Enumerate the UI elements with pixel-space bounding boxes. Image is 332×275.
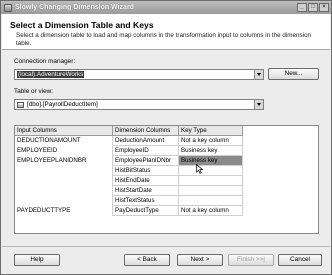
column-header[interactable]: Key Type (179, 126, 243, 136)
dimension-column-cell[interactable]: EmployeePlanIDNbr (113, 156, 179, 166)
dimension-column-cell[interactable]: PayDeductType (113, 206, 179, 216)
title-bar: Slowly Changing Dimension Wizard _ □ × (1, 1, 331, 14)
table-row[interactable]: HistBitStatus (15, 166, 243, 176)
dimension-column-cell[interactable]: HistTextStatus (113, 196, 179, 206)
dimension-column-cell[interactable]: HistStartDate (113, 186, 179, 196)
table-row[interactable]: EMPLOYEEID EmployeeID Business key (15, 146, 243, 156)
input-column-cell[interactable] (15, 186, 113, 196)
page-title: Select a Dimension Table and Keys (10, 20, 154, 30)
key-type-cell[interactable] (179, 196, 243, 206)
finish-button[interactable]: Finish >>| (228, 254, 274, 266)
table-icon (17, 101, 24, 108)
window-title: Slowly Changing Dimension Wizard (15, 4, 134, 11)
key-type-cell[interactable]: Not a key column (179, 136, 243, 146)
table-view-select[interactable]: [dbo].[PayrollDeductItem] (14, 99, 264, 110)
input-column-cell[interactable]: EMPLOYEEPLANIDNBR (15, 156, 113, 166)
help-button[interactable]: Help (14, 254, 60, 266)
input-column-cell[interactable] (15, 176, 113, 186)
key-type-cell[interactable] (179, 186, 243, 196)
connection-manager-label: Connection manager: (14, 58, 76, 65)
dimension-column-cell[interactable]: HistEndDate (113, 176, 179, 186)
key-type-cell[interactable] (179, 176, 243, 186)
connection-manager-value: (local).AdventureWorks (17, 71, 85, 78)
connection-manager-select[interactable]: (local).AdventureWorks (14, 69, 264, 80)
next-button[interactable]: Next > (177, 254, 223, 266)
mouse-cursor-icon (196, 164, 204, 174)
grid-header: Input Columns Dimension Columns Key Type (15, 126, 243, 136)
table-row[interactable]: HistStartDate (15, 186, 243, 196)
footer-divider (2, 246, 330, 247)
table-row[interactable]: PAYDEDUCTTYPE PayDeductType Not a key co… (15, 206, 243, 216)
input-column-cell[interactable] (15, 166, 113, 176)
close-button[interactable]: × (319, 3, 329, 12)
dimension-column-cell[interactable]: EmployeeID (113, 146, 179, 156)
chevron-down-icon[interactable] (254, 100, 263, 109)
key-type-cell-selected[interactable]: Business key (179, 156, 243, 166)
key-type-cell[interactable] (179, 166, 243, 176)
dimension-column-cell[interactable]: HistBitStatus (113, 166, 179, 176)
input-column-cell[interactable]: EMPLOYEEID (15, 146, 113, 156)
column-header[interactable]: Input Columns (15, 126, 113, 136)
page-description: Select a dimension table to load and map… (16, 32, 312, 47)
chevron-down-icon[interactable] (254, 70, 263, 79)
minimize-button[interactable]: _ (297, 3, 307, 12)
input-column-cell[interactable]: DEDUCTIONAMOUNT (15, 136, 113, 146)
page-header: Select a Dimension Table and Keys Select… (2, 14, 330, 50)
input-column-cell[interactable]: PAYDEDUCTTYPE (15, 206, 113, 216)
table-row[interactable]: EMPLOYEEPLANIDNBR EmployeePlanIDNbr Busi… (15, 156, 243, 166)
input-column-cell[interactable] (15, 196, 113, 206)
column-header[interactable]: Dimension Columns (113, 126, 179, 136)
table-row[interactable]: DEDUCTIONAMOUNT DeductionAmount Not a ke… (15, 136, 243, 146)
table-view-value: [dbo].[PayrollDeductItem] (27, 101, 98, 108)
table-row[interactable]: HistEndDate (15, 176, 243, 186)
key-type-cell[interactable]: Business key (179, 146, 243, 156)
column-mapping-grid[interactable]: Input Columns Dimension Columns Key Type… (14, 125, 319, 234)
new-connection-button[interactable]: New... (268, 68, 319, 80)
wizard-window: Slowly Changing Dimension Wizard _ □ × S… (0, 0, 332, 275)
cancel-button[interactable]: Cancel (278, 254, 322, 266)
table-row[interactable]: HistTextStatus (15, 196, 243, 206)
app-icon (4, 3, 12, 12)
back-button[interactable]: < Back (124, 254, 170, 266)
table-view-label: Table or view: (14, 88, 54, 95)
maximize-button[interactable]: □ (308, 3, 318, 12)
key-type-cell[interactable]: Not a key column (179, 206, 243, 216)
dimension-column-cell[interactable]: DeductionAmount (113, 136, 179, 146)
